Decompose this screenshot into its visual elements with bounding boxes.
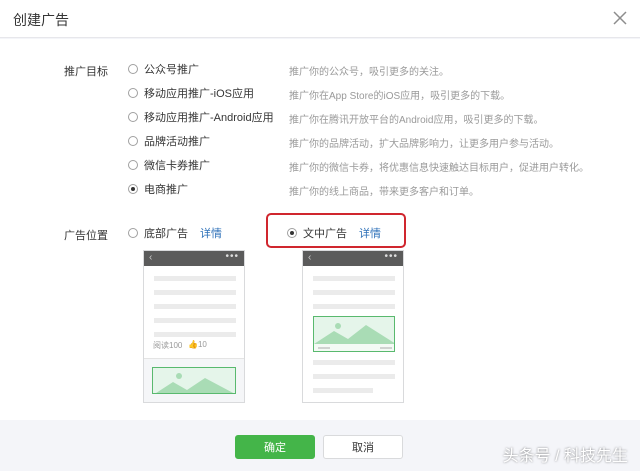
goal-option-brand-event[interactable]: 品牌活动推广 bbox=[128, 133, 210, 149]
more-icon: ••• bbox=[384, 251, 398, 262]
thumbs-up-icon: 👍 bbox=[188, 340, 198, 349]
position-label: 广告位置 bbox=[64, 230, 108, 242]
details-link[interactable]: 详情 bbox=[200, 225, 222, 241]
text-line-placeholder bbox=[154, 304, 236, 309]
cancel-button[interactable]: 取消 bbox=[323, 435, 403, 459]
text-line-placeholder bbox=[154, 318, 236, 323]
radio-icon[interactable] bbox=[128, 112, 138, 122]
goal-option-label: 电商推广 bbox=[144, 184, 188, 196]
text-line-placeholder bbox=[313, 276, 395, 281]
goal-option-label: 微信卡券推广 bbox=[144, 160, 210, 172]
position-option-label: 底部广告 bbox=[144, 228, 188, 240]
close-icon[interactable] bbox=[610, 8, 630, 28]
landscape-icon bbox=[314, 323, 394, 351]
bottom-ad-preview: ‹ ••• 阅读100 👍10 bbox=[143, 250, 245, 403]
position-option-label: 文中广告 bbox=[303, 228, 347, 240]
goal-label: 推广目标 bbox=[64, 66, 108, 78]
goal-option-ios-app[interactable]: 移动应用推广-iOS应用 bbox=[128, 85, 254, 101]
back-icon: ‹ bbox=[149, 252, 153, 263]
goal-option-desc: 推广你在App Store的iOS应用，吸引更多的下载。 bbox=[289, 91, 511, 102]
goal-option-label: 移动应用推广-iOS应用 bbox=[144, 88, 254, 100]
goal-option-label: 移动应用推广-Android应用 bbox=[144, 112, 274, 124]
goal-option-ecommerce[interactable]: 电商推广 bbox=[128, 181, 188, 197]
landscape-icon bbox=[156, 373, 234, 393]
read-count: 阅读100 bbox=[153, 341, 183, 350]
text-line-placeholder bbox=[154, 290, 236, 295]
text-line-placeholder bbox=[313, 388, 373, 393]
goal-option-official-account[interactable]: 公众号推广 bbox=[128, 61, 199, 77]
radio-icon[interactable] bbox=[128, 88, 138, 98]
details-link[interactable]: 详情 bbox=[359, 225, 381, 241]
text-line-placeholder bbox=[154, 332, 236, 337]
back-icon: ‹ bbox=[308, 252, 312, 263]
confirm-button[interactable]: 确定 bbox=[235, 435, 315, 459]
goal-option-label: 品牌活动推广 bbox=[144, 136, 210, 148]
goal-option-wechat-coupon[interactable]: 微信卡券推广 bbox=[128, 157, 210, 173]
bottom-ad-area bbox=[144, 358, 244, 402]
watermark: 头条号 / 科技先生 bbox=[502, 448, 628, 465]
goal-option-android-app[interactable]: 移动应用推广-Android应用 bbox=[128, 109, 274, 125]
like-count-wrap: 👍10 bbox=[188, 340, 207, 349]
position-option-in-article[interactable]: 文中广告 详情 bbox=[287, 225, 381, 241]
radio-icon[interactable] bbox=[128, 228, 138, 238]
ad-image-placeholder bbox=[313, 316, 395, 352]
dialog-header: 创建广告 bbox=[0, 0, 640, 38]
preview-nav-bar: ‹ ••• bbox=[144, 251, 244, 266]
goal-option-desc: 推广你的公众号，吸引更多的关注。 bbox=[289, 67, 449, 78]
more-icon: ••• bbox=[225, 251, 239, 262]
like-count: 10 bbox=[197, 340, 207, 349]
radio-icon[interactable] bbox=[128, 136, 138, 146]
radio-icon[interactable] bbox=[128, 64, 138, 74]
text-line-placeholder bbox=[154, 276, 236, 281]
ad-image-placeholder bbox=[152, 367, 236, 394]
radio-checked-icon[interactable] bbox=[128, 184, 138, 194]
goal-option-desc: 推广你的品牌活动，扩大品牌影响力，让更多用户参与活动。 bbox=[289, 139, 559, 150]
in-article-ad-preview: ‹ ••• bbox=[302, 250, 404, 403]
goal-option-label: 公众号推广 bbox=[144, 64, 199, 76]
goal-option-desc: 推广你在腾讯开放平台的Android应用，吸引更多的下载。 bbox=[289, 115, 544, 126]
position-option-bottom[interactable]: 底部广告 详情 bbox=[128, 225, 222, 241]
text-line-placeholder bbox=[313, 290, 395, 295]
goal-option-desc: 推广你的线上商品，带来更多客户和订单。 bbox=[289, 187, 479, 198]
dialog-title: 创建广告 bbox=[13, 12, 69, 28]
text-line-placeholder bbox=[313, 360, 395, 365]
preview-nav-bar: ‹ ••• bbox=[303, 251, 403, 266]
text-line-placeholder bbox=[313, 304, 395, 309]
text-line-placeholder bbox=[313, 374, 395, 379]
radio-checked-icon[interactable] bbox=[287, 228, 297, 238]
goal-option-desc: 推广你的微信卡券，将优惠信息快速触达目标用户，促进用户转化。 bbox=[289, 163, 589, 174]
radio-icon[interactable] bbox=[128, 160, 138, 170]
